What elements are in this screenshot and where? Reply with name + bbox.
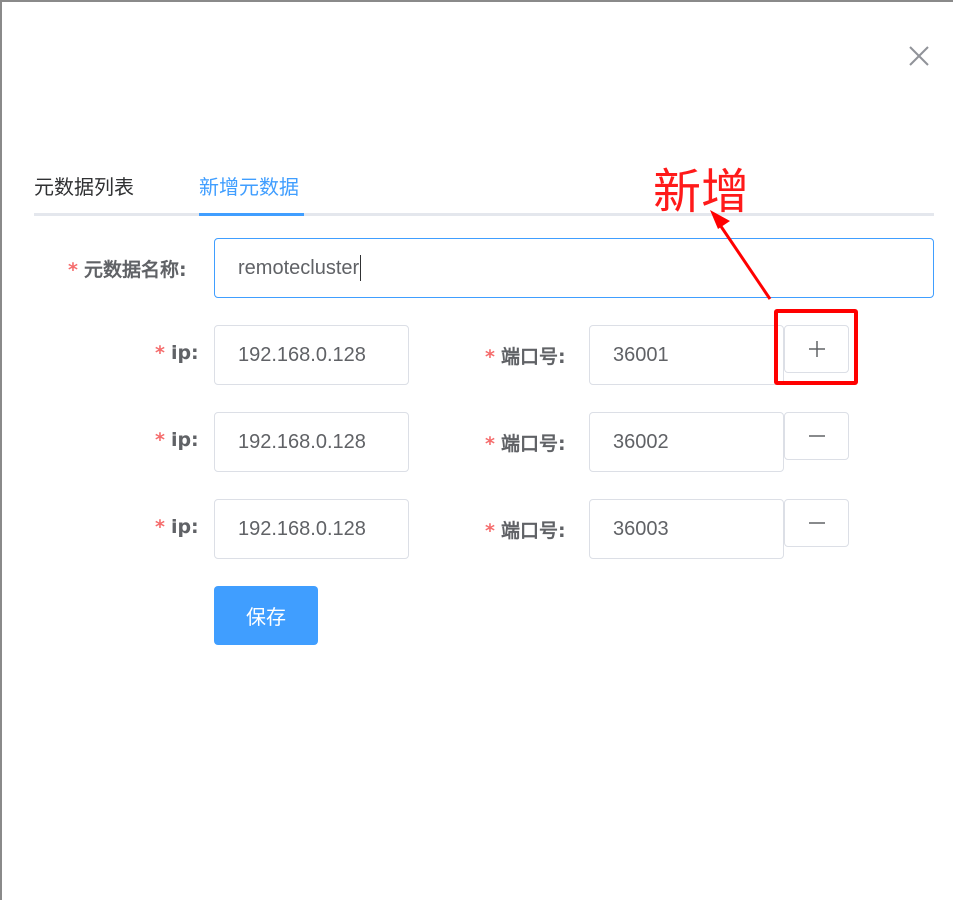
port-label: * 端口号: bbox=[485, 429, 566, 456]
tab-divider bbox=[34, 213, 934, 216]
name-label: * 元数据名称: bbox=[68, 255, 187, 282]
required-mark: * bbox=[155, 342, 165, 364]
port-input[interactable]: 36003 bbox=[589, 499, 784, 559]
minus-icon bbox=[808, 522, 825, 524]
ip-label: * ip: bbox=[155, 342, 199, 364]
text-caret bbox=[360, 255, 362, 281]
port-label-text: 端口号: bbox=[500, 433, 566, 455]
tab-active-indicator bbox=[199, 213, 304, 216]
name-label-text: 元数据名称: bbox=[83, 259, 187, 281]
ip-label-text: ip: bbox=[170, 342, 199, 364]
ip-label-text: ip: bbox=[170, 429, 199, 451]
port-label-text: 端口号: bbox=[500, 520, 566, 542]
port-value: 36001 bbox=[613, 343, 669, 366]
ip-label: * ip: bbox=[155, 429, 199, 451]
required-mark: * bbox=[485, 433, 495, 455]
required-mark: * bbox=[155, 429, 165, 451]
ip-input[interactable]: 192.168.0.128 bbox=[214, 325, 409, 385]
annotation-highlight-box bbox=[774, 309, 858, 385]
save-button[interactable]: 保存 bbox=[214, 586, 318, 645]
minus-icon bbox=[808, 435, 825, 437]
close-icon[interactable] bbox=[903, 40, 935, 72]
port-label: * 端口号: bbox=[485, 516, 566, 543]
required-mark: * bbox=[485, 346, 495, 368]
remove-row-button[interactable] bbox=[784, 499, 849, 547]
dialog: 元数据列表 新增元数据 * 元数据名称: remotecluster * ip: 1… bbox=[0, 0, 953, 900]
port-label: * 端口号: bbox=[485, 342, 566, 369]
port-value: 36003 bbox=[613, 517, 669, 540]
ip-value: 192.168.0.128 bbox=[238, 343, 366, 366]
tab-add-metadata[interactable]: 新增元数据 bbox=[199, 173, 299, 201]
tab-metadata-list[interactable]: 元数据列表 bbox=[34, 173, 134, 201]
required-mark: * bbox=[68, 259, 78, 281]
ip-input[interactable]: 192.168.0.128 bbox=[214, 412, 409, 472]
required-mark: * bbox=[155, 516, 165, 538]
port-input[interactable]: 36001 bbox=[589, 325, 784, 385]
port-label-text: 端口号: bbox=[500, 346, 566, 368]
ip-label: * ip: bbox=[155, 516, 199, 538]
ip-value: 192.168.0.128 bbox=[238, 430, 366, 453]
required-mark: * bbox=[485, 520, 495, 542]
remove-row-button[interactable] bbox=[784, 412, 849, 460]
annotation-arrow-icon bbox=[710, 210, 772, 300]
ip-label-text: ip: bbox=[170, 516, 199, 538]
metadata-name-input[interactable]: remotecluster bbox=[214, 238, 934, 298]
port-value: 36002 bbox=[613, 430, 669, 453]
metadata-name-value: remotecluster bbox=[238, 256, 360, 279]
port-input[interactable]: 36002 bbox=[589, 412, 784, 472]
ip-value: 192.168.0.128 bbox=[238, 517, 366, 540]
tab-bar: 元数据列表 新增元数据 bbox=[34, 162, 934, 216]
ip-input[interactable]: 192.168.0.128 bbox=[214, 499, 409, 559]
